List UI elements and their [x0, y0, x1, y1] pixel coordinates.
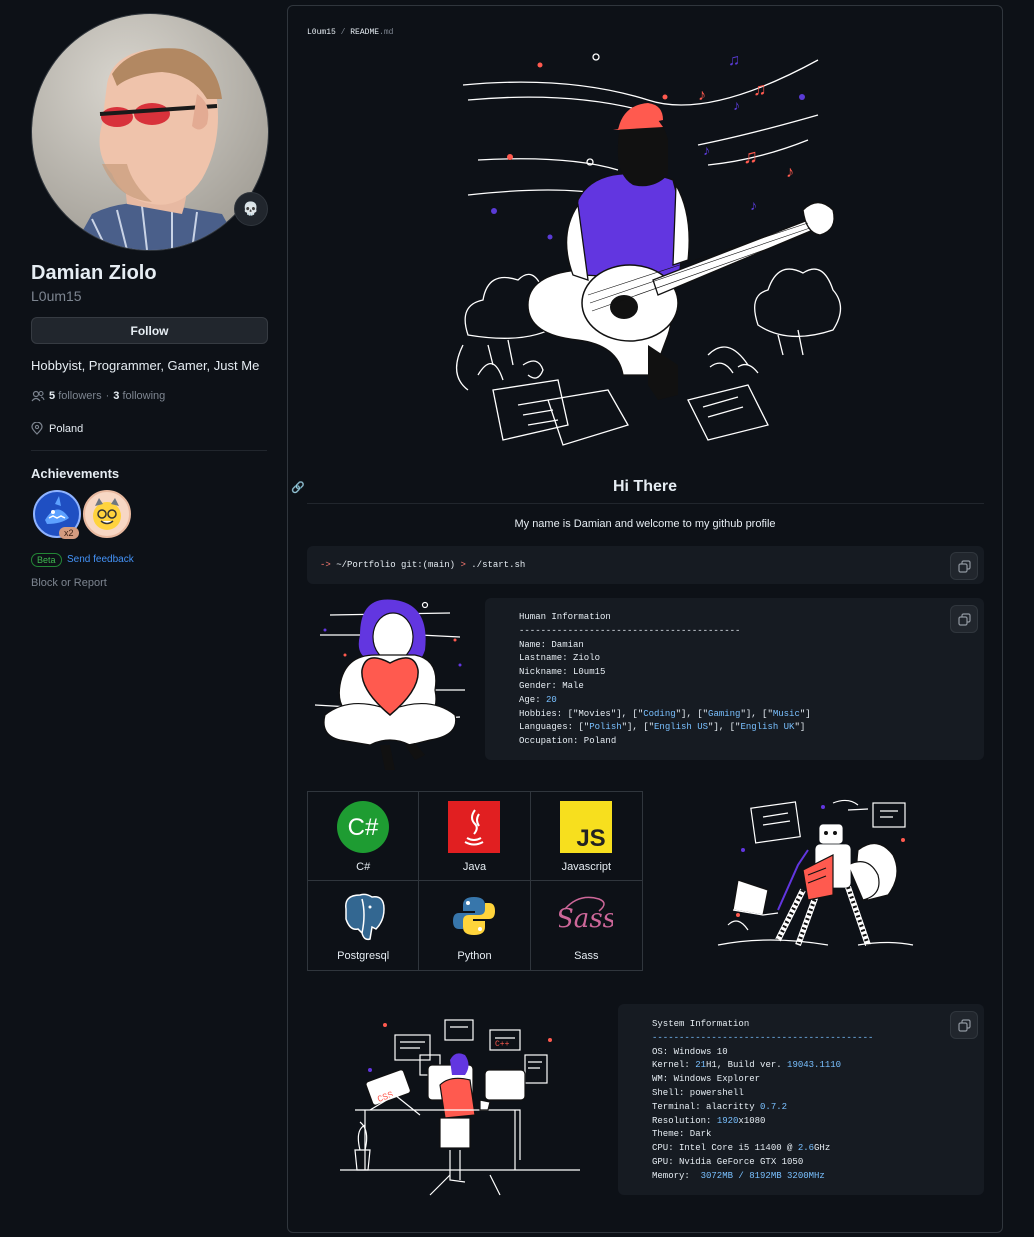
robot-reading-illustration	[708, 795, 918, 960]
skill-cell: Postgresql	[308, 881, 420, 970]
location-text: Poland	[49, 422, 84, 435]
skill-cell: Python	[419, 881, 531, 970]
system-info-text: System Information ---------------------…	[652, 1019, 874, 1181]
breadcrumb-file: README	[350, 28, 380, 37]
people-icon	[31, 390, 45, 402]
skill-cell: C# C#	[308, 792, 420, 881]
guitarist-illustration: ♫ ♫ ♪ ♪ ♪ ♫ ♪ ♪	[448, 45, 848, 455]
location-pin-icon	[31, 422, 43, 435]
badge-multiplier: x2	[59, 527, 79, 539]
location-row: Poland	[31, 422, 83, 435]
skill-cell: JS Javascript	[530, 792, 642, 881]
javascript-icon: JS	[560, 801, 613, 853]
desk-coder-illustration: C++ CSS	[340, 1010, 580, 1200]
postgresql-icon	[345, 893, 385, 941]
copy-icon	[957, 559, 971, 573]
heading-rule	[307, 503, 984, 504]
achievement-badge-quickdraw[interactable]	[83, 490, 131, 538]
human-info-text: Human Information ----------------------…	[519, 612, 811, 747]
sass-icon: Sass	[559, 896, 613, 934]
svg-text:♫: ♫	[753, 79, 767, 99]
csharp-icon: C#	[337, 801, 390, 853]
readme-breadcrumb: L0um15 / README.md	[307, 28, 394, 37]
svg-text:♫: ♫	[728, 52, 740, 69]
skill-cell: Java	[419, 792, 531, 881]
svg-text:♪: ♪	[786, 164, 794, 181]
welcome-text: My name is Damian and welcome to my gith…	[514, 518, 776, 530]
copy-icon	[957, 1018, 971, 1032]
svg-text:C++: C++	[495, 1040, 510, 1049]
avatar[interactable]	[31, 13, 269, 251]
copy-button[interactable]	[950, 552, 978, 580]
followers-row: 5 followers · 3 following	[31, 390, 165, 402]
python-icon	[453, 897, 496, 935]
following-link[interactable]: 3 following	[113, 390, 165, 402]
skull-icon: 💀	[242, 201, 260, 216]
svg-text:♪: ♪	[750, 197, 757, 213]
block-report-link[interactable]: Block or Report	[31, 577, 107, 589]
status-emoji[interactable]: 💀	[234, 192, 268, 226]
svg-text:JS: JS	[577, 825, 606, 852]
copy-icon	[957, 612, 971, 626]
sidebar-divider	[31, 450, 267, 451]
skill-cell: Sass Sass	[531, 881, 642, 970]
beta-label: Beta	[31, 553, 62, 567]
svg-text:Sass: Sass	[559, 904, 613, 934]
copy-button[interactable]	[950, 1011, 978, 1039]
breadcrumb-user[interactable]: L0um15	[307, 28, 336, 37]
svg-text:♫: ♫	[743, 146, 758, 168]
svg-text:♪: ♪	[703, 142, 710, 158]
profile-bio: Hobbyist, Programmer, Gamer, Just Me	[31, 358, 260, 373]
follow-button[interactable]: Follow	[31, 317, 268, 344]
separator-dot: ·	[105, 390, 110, 402]
send-feedback-link[interactable]: Send feedback	[67, 554, 134, 565]
skills-table: C# C# Java JS Javascript Postgresql Pyth…	[307, 791, 643, 971]
profile-login: L0um15	[31, 288, 82, 304]
java-icon	[448, 801, 501, 853]
svg-text:♪: ♪	[733, 97, 740, 113]
achievements-title[interactable]: Achievements	[31, 466, 119, 481]
followers-link[interactable]: 5 followers	[49, 390, 102, 402]
svg-text:♪: ♪	[698, 87, 706, 104]
heart-girl-illustration	[310, 595, 470, 775]
command-line: -> ~/Portfolio git:(main) > ./start.sh	[320, 560, 526, 570]
svg-text:C#: C#	[348, 814, 379, 841]
profile-fullname: Damian Ziolo	[31, 262, 157, 284]
copy-button[interactable]	[950, 605, 978, 633]
readme-heading: Hi There	[612, 478, 677, 495]
